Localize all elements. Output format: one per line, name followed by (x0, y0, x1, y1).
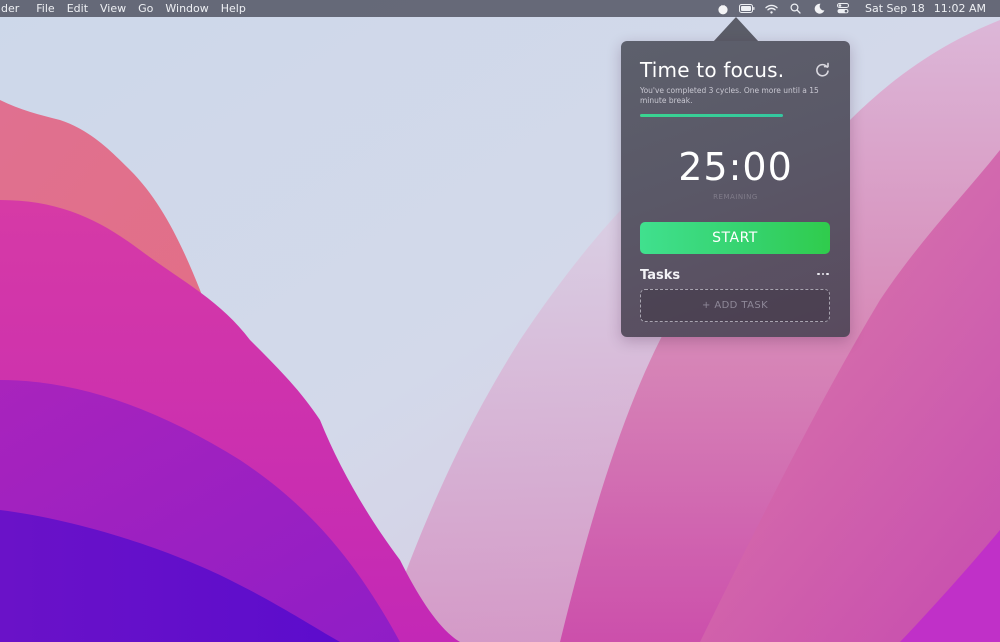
menu-app-name[interactable]: der (0, 0, 30, 17)
start-button[interactable]: START (640, 222, 830, 254)
focus-timer-popover: Time to focus. You've completed 3 cycles… (621, 41, 850, 337)
more-dot-icon (817, 272, 820, 276)
menu-bar-tray: Sat Sep 18 11:02 AM (711, 0, 1000, 17)
tomato-timer-icon[interactable] (711, 0, 735, 17)
menu-bar-clock[interactable]: Sat Sep 18 11:02 AM (855, 2, 1000, 15)
menu-window[interactable]: Window (159, 0, 214, 17)
spotlight-search-icon[interactable] (783, 0, 807, 17)
cycle-progress-fill (640, 114, 783, 117)
popover-arrow (713, 17, 759, 42)
reset-timer-button[interactable] (814, 62, 831, 79)
focus-moon-icon[interactable] (807, 0, 831, 17)
menu-edit[interactable]: Edit (61, 0, 94, 17)
clock-time: 11:02 AM (933, 2, 986, 15)
wifi-icon[interactable] (759, 0, 783, 17)
more-dot-icon (826, 272, 829, 276)
menu-file[interactable]: File (30, 0, 60, 17)
popover-title: Time to focus. (640, 58, 785, 82)
tasks-more-button[interactable] (815, 267, 831, 281)
desktop-wallpaper (0, 0, 1000, 642)
cycle-progress-bar (640, 114, 830, 117)
cycle-status-text: You've completed 3 cycles. One more unti… (640, 86, 819, 105)
battery-icon[interactable] (735, 0, 759, 17)
menu-bar: der File Edit View Go Window Help Sat Se… (0, 0, 1000, 17)
add-task-button[interactable]: + ADD TASK (640, 289, 830, 322)
menu-help[interactable]: Help (215, 0, 252, 17)
timer-caption: REMAINING (713, 193, 758, 201)
control-center-icon[interactable] (831, 0, 855, 17)
more-dot-icon (821, 272, 825, 276)
clock-date: Sat Sep 18 (865, 2, 925, 15)
refresh-icon (816, 62, 829, 77)
menu-bar-left: der File Edit View Go Window Help (0, 0, 252, 17)
menu-view[interactable]: View (94, 0, 132, 17)
menu-go[interactable]: Go (132, 0, 159, 17)
tasks-heading: Tasks (640, 268, 681, 283)
timer-display: 25:00 (678, 145, 793, 189)
